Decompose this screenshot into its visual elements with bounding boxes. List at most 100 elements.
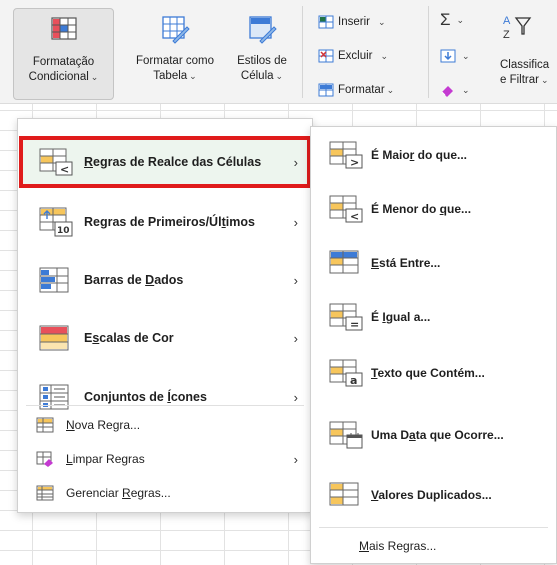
format-label: Formatar [338, 84, 385, 96]
delete-button[interactable]: Excluir ⌄ [318, 46, 388, 66]
label-part: gual a... [385, 310, 431, 324]
chevron-right-icon: › [293, 154, 298, 170]
svg-text:Z: Z [503, 29, 510, 41]
chevron-down-icon: ⌄ [189, 71, 197, 81]
highlight-cells-rules-submenu: > É Maior do que... < É Menor do que... … [310, 126, 557, 564]
label-part: alores Duplicados... [378, 488, 492, 502]
conditional-formatting-icon [50, 17, 77, 40]
fill-button[interactable]: ⌄ [440, 46, 470, 66]
access-key: D [145, 273, 155, 287]
cell-styles-button[interactable]: Estilos de Célula ⌄ [230, 8, 294, 100]
clear-button[interactable]: ⌄ [440, 80, 470, 100]
less-than-icon: < [329, 195, 363, 223]
submenu-item-label: É Maior do que... [371, 148, 467, 162]
insert-button[interactable]: Inserir ⌄ [318, 12, 386, 32]
ribbon: Formatação Condicional ⌄ Formatar como Ta… [0, 0, 557, 104]
submenu-item-label: Está Entre... [371, 256, 440, 270]
icon-sets-icon [39, 384, 69, 410]
menu-separator [26, 405, 304, 406]
fill-down-icon [440, 49, 456, 63]
submenu-item-label: É Igual a... [371, 310, 430, 324]
menu-item-new-rule[interactable]: Nova Regra... [22, 411, 308, 439]
access-key: a [409, 428, 416, 442]
chevron-right-icon: › [293, 389, 298, 405]
conditional-formatting-label-2: Condicional ⌄ [14, 70, 113, 85]
label-part: Gerenciar [66, 486, 123, 500]
manage-rules-icon [36, 485, 54, 501]
submenu-item-date-occurring[interactable]: Uma Data que Ocorre... [317, 413, 550, 457]
format-as-table-label-2-text: Tabela [153, 70, 188, 82]
label-part: Regras de Primeiros/Úl [84, 215, 222, 229]
top-bottom-rules-icon: 10 [39, 207, 73, 237]
duplicate-values-icon [329, 482, 359, 506]
menu-item-label: Regras de Primeiros/Últimos [84, 215, 255, 229]
sort-filter-button[interactable]: A Z Classifica e Filtrar ⌄ [496, 8, 557, 100]
insert-cells-icon [318, 15, 334, 29]
chevron-down-icon: ⌄ [275, 71, 284, 81]
submenu-item-label: Texto que Contém... [371, 366, 485, 380]
access-key: E [371, 256, 380, 270]
menu-item-label: Escalas de Cor [84, 331, 174, 345]
submenu-item-label: Uma Data que Ocorre... [371, 428, 504, 442]
conditional-formatting-label-1: Formatação [32, 56, 95, 68]
chevron-right-icon: › [293, 272, 298, 288]
comparison-glyph: = [350, 318, 359, 331]
eraser-icon [441, 86, 453, 97]
menu-item-data-bars[interactable]: Barras de Dados › [22, 257, 308, 303]
format-button[interactable]: Formatar ⌄ [318, 80, 394, 100]
comparison-glyph: < [350, 210, 359, 223]
format-as-table-label-1: Formatar como [136, 55, 214, 67]
autosum-button[interactable]: Σ ⌄ [440, 10, 464, 30]
menu-item-manage-rules[interactable]: Gerenciar Regras... [22, 479, 308, 507]
format-cells-icon [318, 83, 334, 97]
label-part: ue... [447, 202, 472, 216]
new-rule-icon [36, 417, 54, 433]
insert-label: Inserir [338, 16, 370, 28]
access-key: M [359, 539, 369, 553]
sort-filter-label-2: e Filtrar ⌄ [496, 73, 557, 88]
label-part: ta que Ocorre... [415, 428, 504, 442]
menu-item-label: Barras de Dados [84, 273, 183, 287]
format-as-table-button[interactable]: Formatar como Tabela ⌄ [116, 8, 234, 100]
text-contains-icon: a [329, 359, 363, 387]
sort-filter-label-2-text: e Filtrar [500, 74, 539, 86]
submenu-item-text-contains[interactable]: a Texto que Contém... [317, 351, 550, 395]
menu-item-highlight-cells-rules[interactable]: < Regras de Realce das Células › [19, 136, 311, 188]
cell-styles-label-2: Célula ⌄ [230, 69, 294, 84]
svg-text:A: A [503, 15, 511, 27]
label-part: É Menor do [371, 202, 440, 216]
label-part: Conjuntos de [84, 390, 168, 404]
chevron-down-icon: ⌄ [462, 50, 470, 61]
conditional-formatting-button[interactable]: Formatação Condicional ⌄ [13, 8, 114, 100]
ribbon-separator [302, 6, 303, 98]
format-as-table-icon [162, 16, 190, 44]
menu-item-clear-rules[interactable]: Limpar Regras › [22, 445, 308, 473]
menu-item-top-bottom-rules[interactable]: 10 Regras de Primeiros/Últimos › [22, 199, 308, 245]
clear-rules-icon [36, 451, 53, 467]
chevron-down-icon: ⌄ [456, 14, 465, 25]
submenu-item-duplicate-values[interactable]: Valores Duplicados... [317, 473, 550, 517]
delete-label: Excluir [338, 50, 373, 62]
menu-separator [319, 527, 548, 528]
label-part: É Maio [371, 148, 410, 162]
access-key: R [122, 486, 131, 500]
date-occurring-icon [329, 421, 363, 449]
delete-cells-icon [318, 49, 334, 63]
submenu-item-greater-than[interactable]: > É Maior do que... [317, 133, 550, 177]
comparison-glyph: > [350, 156, 359, 169]
label-part: egras de Realce das Células [93, 155, 262, 169]
sort-filter-icon: A Z [503, 15, 532, 41]
menu-item-color-scales[interactable]: Escalas de Cor › [22, 315, 308, 361]
label-part: exto que Contém... [377, 366, 485, 380]
label-part: Barras de [84, 273, 146, 287]
label-part: calas de Cor [99, 331, 174, 345]
submenu-item-less-than[interactable]: < É Menor do que... [317, 187, 550, 231]
chevron-down-icon: ⌄ [90, 72, 99, 82]
sigma-icon: Σ [440, 10, 451, 29]
submenu-item-between[interactable]: Está Entre... [317, 241, 550, 285]
submenu-item-more-rules[interactable]: Mais Regras... [315, 532, 552, 560]
label-part: egras... [130, 486, 171, 500]
submenu-item-equal-to[interactable]: = É Igual a... [317, 295, 550, 339]
ribbon-separator [428, 6, 429, 98]
access-key: L [66, 452, 73, 466]
